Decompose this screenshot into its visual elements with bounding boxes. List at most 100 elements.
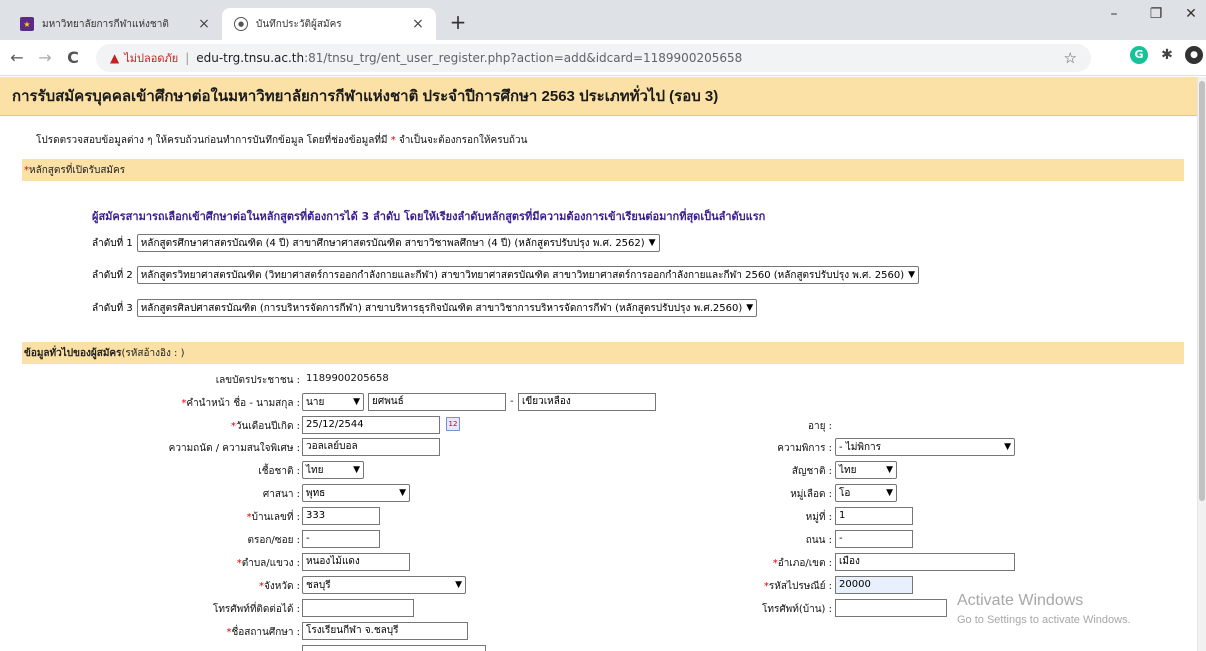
blood-select[interactable]: โอ ▼ bbox=[835, 484, 897, 502]
minimize-button[interactable]: – bbox=[1094, 6, 1134, 22]
religion-select[interactable]: พุทธ ▼ bbox=[302, 484, 410, 502]
soi-input[interactable]: - bbox=[302, 530, 380, 548]
rank-label: ลำดับที่ 1 bbox=[92, 237, 133, 249]
forward-button[interactable]: → bbox=[34, 48, 56, 67]
prefix-select[interactable]: นาย ▼ bbox=[302, 393, 364, 411]
postcode-input[interactable]: 20000 bbox=[835, 576, 913, 594]
rank-2-row: ลำดับที่ 2 หลักสูตรวิทยาศาสตรบัณฑิต (วิท… bbox=[92, 266, 920, 284]
label-text: ชื่อสถานศึกษา : bbox=[231, 627, 300, 638]
scrollbar[interactable] bbox=[1197, 77, 1206, 651]
firstname-input[interactable]: ยศพนธ์ bbox=[368, 393, 506, 411]
road-input[interactable]: - bbox=[835, 530, 913, 548]
select-value: โอ bbox=[839, 487, 851, 499]
subdistrict-input[interactable]: หนองไม้แดง bbox=[302, 553, 410, 571]
browser-toolbar: ← → C ▲ ไม่ปลอดภัย | edu-trg.tnsu.ac.th:… bbox=[0, 40, 1206, 76]
url-path: :81/tnsu_trg/ent_user_register.php?actio… bbox=[304, 51, 743, 65]
watermark-subtitle: Go to Settings to activate Windows. bbox=[957, 614, 1131, 626]
phone-input[interactable] bbox=[302, 599, 414, 617]
rank-1-select[interactable]: หลักสูตรศึกษาศาสตรบัณฑิต (4 ปี) สาขาศึกษ… bbox=[136, 234, 660, 252]
general-section-header: ข้อมูลทั่วไปของผู้สมัคร (รหัสอ้างอิง : ) bbox=[22, 342, 1184, 364]
chevron-down-icon: ▼ bbox=[353, 397, 360, 407]
watermark-title: Activate Windows bbox=[957, 592, 1084, 609]
chevron-down-icon: ▼ bbox=[908, 270, 916, 280]
url-text[interactable]: edu-trg.tnsu.ac.th:81/tnsu_trg/ent_user_… bbox=[196, 51, 742, 65]
chevron-down-icon: ▼ bbox=[353, 465, 360, 475]
rank-3-row: ลำดับที่ 3 หลักสูตรศิลปศาสตรบัณฑิต (การบ… bbox=[92, 299, 758, 317]
tab-title: มหาวิทยาลัยการกีฬาแห่งชาติ bbox=[42, 18, 169, 30]
close-icon[interactable]: × bbox=[196, 16, 212, 32]
race-label: เชื้อชาติ : bbox=[258, 466, 300, 477]
subdistrict-label: *ตำบล/แขวง : bbox=[237, 556, 300, 571]
grammarly-icon[interactable]: G bbox=[1130, 46, 1148, 64]
idcard-label: เลขบัตรประชาชน : bbox=[215, 375, 300, 386]
extensions-icon[interactable]: ✱ bbox=[1158, 46, 1176, 64]
disability-select[interactable]: - ไม่พิการ ▼ bbox=[835, 438, 1015, 456]
back-button[interactable]: ← bbox=[6, 48, 28, 67]
warning-icon: ▲ bbox=[110, 51, 120, 65]
page-title: การรับสมัครบุคคลเข้าศึกษาต่อในมหาวิทยาลั… bbox=[0, 77, 1197, 116]
maximize-button[interactable]: ❐ bbox=[1136, 6, 1176, 22]
tab-title: บันทึกประวัติผู้สมัคร bbox=[256, 18, 342, 30]
reference-code: (รหัสอ้างอิง : ) bbox=[121, 347, 185, 359]
instruction-note: โปรดตรวจสอบข้อมูลต่าง ๆ ให้ครบถ้วนก่อนทำ… bbox=[36, 133, 527, 148]
nationality-select[interactable]: ไทย ▼ bbox=[835, 461, 897, 479]
road-label: ถนน : bbox=[805, 535, 832, 546]
birthdate-label: *วันเดือนปีเกิด : bbox=[231, 419, 300, 434]
birthdate-input[interactable]: 25/12/2544 bbox=[302, 416, 440, 434]
house-label: *บ้านเลขที่ : bbox=[247, 510, 300, 525]
label-text: อำเภอ/เขต : bbox=[777, 558, 832, 569]
chevron-down-icon: ▼ bbox=[1004, 442, 1011, 452]
reload-button[interactable]: C bbox=[62, 48, 84, 67]
province-label: *จังหวัด : bbox=[259, 579, 300, 594]
rank-3-select[interactable]: หลักสูตรศิลปศาสตรบัณฑิต (การบริหารจัดการ… bbox=[136, 299, 758, 317]
talent-label: ความถนัด / ความสนใจพิเศษ : bbox=[168, 443, 300, 454]
tab-register[interactable]: ● บันทึกประวัติผู้สมัคร × bbox=[222, 8, 436, 40]
homephone-input[interactable] bbox=[835, 599, 947, 617]
chevron-down-icon: ▼ bbox=[648, 238, 656, 248]
calendar-icon[interactable]: 12 bbox=[446, 417, 460, 431]
security-label[interactable]: ไม่ปลอดภัย bbox=[124, 49, 178, 67]
label-text: ตำบล/แขวง : bbox=[241, 558, 300, 569]
url-host: edu-trg.tnsu.ac.th bbox=[196, 51, 305, 65]
close-icon[interactable]: × bbox=[410, 16, 426, 32]
note-text: โปรดตรวจสอบข้อมูลต่าง ๆ ให้ครบถ้วนก่อนทำ… bbox=[36, 135, 391, 146]
blood-label: หมู่เลือด : bbox=[790, 489, 832, 500]
window-close-button[interactable]: ✕ bbox=[1176, 6, 1206, 22]
race-select[interactable]: ไทย ▼ bbox=[302, 461, 364, 479]
select-value: - ไม่พิการ bbox=[839, 441, 882, 453]
soi-label: ตรอก/ซอย : bbox=[247, 535, 301, 546]
divider: | bbox=[185, 51, 190, 65]
rank-label: ลำดับที่ 3 bbox=[92, 302, 133, 314]
phone-label: โทรศัพท์ที่ติดต่อได้ : bbox=[212, 604, 300, 615]
address-bar[interactable]: ▲ ไม่ปลอดภัย | edu-trg.tnsu.ac.th:81/tns… bbox=[96, 44, 1091, 72]
label-text: คำนำหน้า ชื่อ - นามสกุล : bbox=[186, 398, 300, 409]
house-input[interactable]: 333 bbox=[302, 507, 380, 525]
talent-input[interactable]: วอลเลย์บอล bbox=[302, 438, 440, 456]
district-input[interactable]: เมือง bbox=[835, 553, 1015, 571]
moo-input[interactable]: 1 bbox=[835, 507, 913, 525]
tab-university[interactable]: ★ มหาวิทยาลัยการกีฬาแห่งชาติ × bbox=[8, 8, 222, 40]
chevron-down-icon: ▼ bbox=[399, 488, 406, 498]
new-tab-button[interactable]: + bbox=[446, 12, 470, 32]
school-input[interactable]: โรงเรียนกีฬา จ.ชลบุรี bbox=[302, 622, 468, 640]
chevron-down-icon: ▼ bbox=[886, 465, 893, 475]
lastname-input[interactable]: เขียวเหลือง bbox=[518, 393, 656, 411]
select-value: ชลบุรี bbox=[306, 579, 331, 591]
chevron-down-icon: ▼ bbox=[886, 488, 893, 498]
rank-1-row: ลำดับที่ 1 หลักสูตรศึกษาศาสตรบัณฑิต (4 ป… bbox=[92, 234, 660, 252]
bookmark-star-icon[interactable]: ☆ bbox=[1064, 49, 1077, 67]
next-field-input[interactable] bbox=[302, 645, 486, 651]
select-value: หลักสูตรวิทยาศาสตรบัณฑิต (วิทยาศาสตร์การ… bbox=[140, 269, 905, 281]
province-select[interactable]: ชลบุรี ▼ bbox=[302, 576, 466, 594]
menu-icon[interactable]: ⋮ bbox=[1200, 46, 1206, 64]
scrollbar-thumb[interactable] bbox=[1199, 81, 1205, 501]
rank-2-select[interactable]: หลักสูตรวิทยาศาสตรบัณฑิต (วิทยาศาสตร์การ… bbox=[136, 266, 920, 284]
select-value: ไทย bbox=[839, 464, 857, 476]
select-value: หลักสูตรศึกษาศาสตรบัณฑิต (4 ปี) สาขาศึกษ… bbox=[140, 237, 645, 249]
select-value: พุทธ bbox=[306, 487, 326, 499]
select-value: หลักสูตรศิลปศาสตรบัณฑิต (การบริหารจัดการ… bbox=[140, 302, 743, 314]
label-text: จังหวัด : bbox=[264, 581, 300, 592]
browser-tab-bar: ★ มหาวิทยาลัยการกีฬาแห่งชาติ × ● บันทึกป… bbox=[0, 0, 1206, 40]
section-title: ข้อมูลทั่วไปของผู้สมัคร bbox=[24, 347, 122, 359]
page-content: การรับสมัครบุคคลเข้าศึกษาต่อในมหาวิทยาลั… bbox=[0, 77, 1206, 651]
